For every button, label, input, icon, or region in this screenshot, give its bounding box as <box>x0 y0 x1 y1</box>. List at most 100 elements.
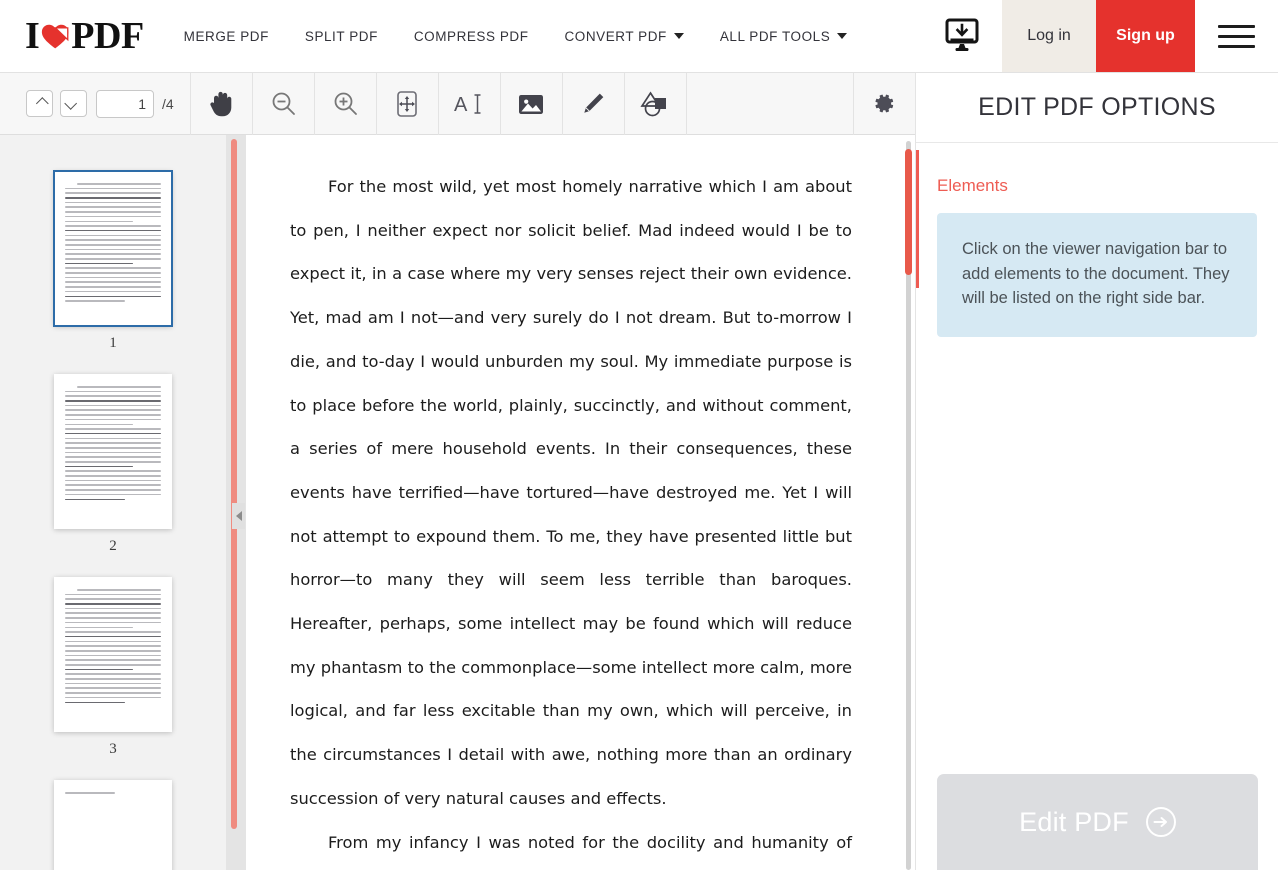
thumbnail-item[interactable]: 4 <box>0 780 226 870</box>
image-icon <box>519 94 544 114</box>
zoom-out-tool[interactable] <box>253 73 314 135</box>
pdf-page-1: For the most wild, yet most homely narra… <box>246 135 894 870</box>
thumbnail-page-1[interactable] <box>53 170 173 327</box>
zoom-in-group <box>315 72 377 135</box>
viewer-scrollbar[interactable] <box>903 135 915 870</box>
thumbnail-text-line <box>65 187 161 190</box>
thumbnail-text-line <box>65 248 161 251</box>
thumbnail-text-line <box>65 682 161 685</box>
thumbnail-page-number: 3 <box>109 741 117 757</box>
nav-convert-pdf[interactable]: CONVERT PDF <box>547 0 702 72</box>
thumbnail-text-line <box>65 621 161 624</box>
nav-label: CONVERT PDF <box>564 28 667 44</box>
thumbnail-text-line <box>65 267 161 269</box>
thumbnail-text-line <box>65 603 161 605</box>
elements-section-label: Elements <box>937 176 1008 195</box>
thumbnail-text-line <box>65 498 125 501</box>
editor-toolbar: /4 <box>0 72 915 135</box>
panel-accent-bar <box>916 150 919 288</box>
thumbnail-text-line <box>65 631 161 633</box>
nav-label: COMPRESS PDF <box>413 28 529 44</box>
thumbnail-text-line <box>65 276 161 279</box>
thumbnail-text-line <box>65 479 161 482</box>
next-page-button[interactable] <box>60 90 87 117</box>
thumbnail-text-line <box>65 229 161 232</box>
thumbnail-text-line <box>65 192 161 194</box>
ilovepdf-logo[interactable]: I PDF <box>0 0 166 72</box>
edit-pdf-button[interactable]: Edit PDF <box>937 774 1258 870</box>
thumbnail-item[interactable]: 1 <box>0 170 226 352</box>
pdf-viewer[interactable]: For the most wild, yet most homely narra… <box>246 135 915 870</box>
thumbnail-text-line <box>65 243 161 246</box>
thumbnail-text-line <box>65 220 134 223</box>
login-button[interactable]: Log in <box>1002 0 1096 72</box>
thumbnail-text-line <box>65 215 161 218</box>
signup-button[interactable]: Sign up <box>1096 0 1195 72</box>
fit-page-tool[interactable] <box>377 73 438 135</box>
nav-label: ALL PDF TOOLS <box>719 28 831 44</box>
main-navigation: MERGE PDF SPLIT PDF COMPRESS PDF CONVERT… <box>166 0 922 72</box>
thumbnail-page-4[interactable] <box>54 780 172 870</box>
magnifier-minus-icon <box>272 92 295 115</box>
logo-text-pre: I <box>25 15 40 57</box>
thumbnail-text-line <box>65 295 161 298</box>
thumbnail-page-3[interactable] <box>54 577 172 732</box>
thumbnail-text-line <box>65 649 161 652</box>
thumbnail-text-line <box>65 290 161 293</box>
add-text-tool[interactable]: A <box>439 73 500 135</box>
nav-merge-pdf[interactable]: MERGE PDF <box>166 0 287 72</box>
thumbnail-text-line <box>65 673 161 675</box>
zoom-in-tool[interactable] <box>315 73 376 135</box>
thumbnail-scrollbar-thumb[interactable] <box>231 139 237 829</box>
thumbnail-text-line <box>65 451 161 454</box>
shapes-icon <box>640 90 667 116</box>
thumbnail-text-line <box>65 437 161 440</box>
panel-body: Elements Click on the viewer navigation … <box>916 143 1278 337</box>
nav-all-pdf-tools[interactable]: ALL PDF TOOLS <box>702 0 865 72</box>
thumbnail-text-line <box>65 617 161 619</box>
thumbnail-item[interactable]: 2 <box>0 374 226 555</box>
page-navigation-group: /4 <box>0 72 191 135</box>
thumbnail-text-line <box>65 428 161 430</box>
thumbnail-text-line <box>65 239 161 241</box>
page-number-input[interactable] <box>96 89 154 118</box>
header-actions: Log in Sign up <box>922 0 1278 72</box>
desktop-download-icon <box>945 18 979 51</box>
page-thumbnails-panel[interactable]: 1 2 3 4 <box>0 135 226 870</box>
thumbnail-text-line <box>65 696 161 699</box>
magnifier-plus-icon <box>334 92 357 115</box>
collapse-sidebar-button[interactable] <box>232 503 245 529</box>
collapse-left-icon <box>235 511 242 521</box>
thumbnail-text-line <box>65 197 161 199</box>
hamburger-menu-icon[interactable] <box>1195 0 1278 72</box>
thumbnail-item[interactable]: 3 <box>0 577 226 758</box>
previous-page-button[interactable] <box>26 90 53 117</box>
thumbnail-text-line <box>65 493 161 496</box>
thumbnail-text-line <box>65 272 161 274</box>
nav-split-pdf[interactable]: SPLIT PDF <box>287 0 396 72</box>
add-image-tool[interactable] <box>501 73 562 135</box>
desktop-app-button[interactable] <box>922 0 1002 72</box>
thumbnail-text-line <box>65 654 161 657</box>
chevron-down-icon <box>673 33 684 39</box>
login-label: Log in <box>1027 27 1071 44</box>
nav-label: MERGE PDF <box>183 28 269 44</box>
nav-compress-pdf[interactable]: COMPRESS PDF <box>396 0 547 72</box>
draw-tool[interactable] <box>563 73 624 135</box>
thumbnail-text-line <box>65 461 161 463</box>
thumbnail-text-line <box>65 300 125 302</box>
hand-tool[interactable] <box>191 73 252 135</box>
thumbnail-text-line <box>65 678 161 680</box>
thumbnail-text-line <box>65 432 161 435</box>
toolbar-settings-button[interactable] <box>854 73 915 135</box>
thumbnail-text-line <box>65 281 161 284</box>
toolbar-spacer <box>687 72 854 135</box>
thumbnail-text-line <box>65 635 161 638</box>
panel-title: EDIT PDF OPTIONS <box>978 93 1216 121</box>
thumbnail-text-line <box>65 446 161 449</box>
add-shape-tool[interactable] <box>625 73 686 135</box>
thumbnail-page-number: 1 <box>109 335 117 351</box>
thumbnail-page-2[interactable] <box>54 374 172 529</box>
thumbnail-text-line <box>76 183 161 185</box>
viewer-scrollbar-thumb[interactable] <box>905 149 912 275</box>
